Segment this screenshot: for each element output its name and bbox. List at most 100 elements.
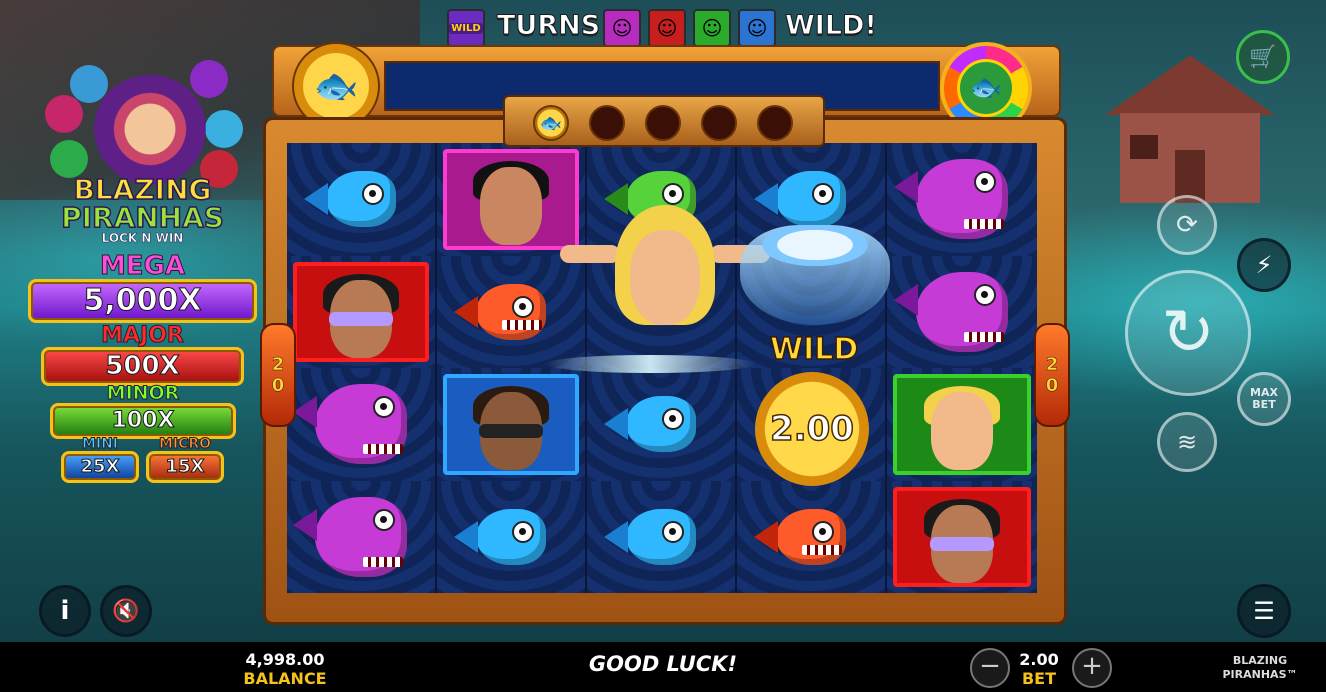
jackpot-micro-value: 15X: [146, 451, 224, 483]
portrait-glasses: [479, 424, 543, 438]
balance-value: 4,998.00: [245, 650, 325, 669]
sound-muted-icon: 🔇: [112, 598, 140, 624]
menu-button[interactable]: ☰: [1237, 584, 1291, 638]
spin-button[interactable]: ↻: [1125, 270, 1251, 396]
piranha-icon: [293, 384, 407, 465]
coin-value-badge: 2.00: [755, 372, 869, 486]
reel-cell: [887, 143, 1037, 256]
bet-increase-button[interactable]: +: [1072, 648, 1112, 688]
character-green-symbol: [887, 368, 1037, 481]
character-red-symbol: [287, 256, 435, 369]
jackpot-minor-value: 100X: [50, 403, 236, 439]
red-piranha-symbol: [737, 481, 885, 594]
collect-meter: 🐟: [503, 95, 825, 147]
character-face: [630, 230, 700, 325]
piranha-teeth: [964, 219, 1004, 230]
piranha-icon: [454, 508, 546, 565]
brand-line2: PIRANHAS™: [1222, 668, 1298, 681]
collect-slot-empty: [589, 105, 625, 141]
reel-cell: [437, 255, 587, 369]
piranha-eye: [662, 408, 684, 431]
wheel-piranha-icon: 🐟: [957, 59, 1015, 117]
autoplay-icon: ⟳: [1176, 210, 1198, 240]
piranha-icon: [754, 508, 846, 565]
wild-label: WILD: [769, 331, 859, 368]
bet-value: 2.00: [1019, 650, 1059, 669]
logo-piranha: [190, 60, 228, 98]
collect-slot-empty: [757, 105, 793, 141]
reel-cell: [287, 143, 437, 256]
portrait-face: [480, 167, 542, 245]
logo-title-line2: PIRANHAS: [60, 200, 224, 235]
lightning-icon: ⚡: [1255, 251, 1273, 279]
piranha-eye: [362, 183, 384, 206]
piranha-eye: [974, 171, 996, 194]
piranha-eye: [662, 520, 684, 543]
logo-piranha: [45, 95, 83, 133]
sound-button[interactable]: 🔇: [100, 585, 152, 637]
blue-piranha-symbol: [287, 143, 435, 256]
character-man-glasses-icon: ☺: [648, 9, 686, 47]
paylines-right-badge: 20: [1034, 323, 1070, 427]
piranha-icon: [894, 159, 1008, 240]
character-blue-symbol: [437, 368, 585, 481]
status-message: GOOD LUCK!: [588, 652, 738, 676]
reel-cell: [287, 255, 437, 369]
tornado-graphic: [740, 225, 890, 325]
reel-cell: [287, 480, 437, 594]
shop-button[interactable]: 🛒: [1236, 30, 1290, 84]
bet-decrease-button[interactable]: −: [970, 648, 1010, 688]
reel-cell: [587, 368, 737, 481]
piranha-icon: [894, 271, 1008, 352]
jackpot-mega: MEGA 5,000X: [28, 253, 257, 323]
jackpot-major-label: MAJOR: [101, 323, 185, 348]
piranha-teeth: [502, 319, 542, 330]
blue-piranha-symbol: [587, 368, 735, 481]
piranha-eye: [512, 295, 534, 318]
collect-slot-empty: [701, 105, 737, 141]
reel-cell: [887, 368, 1037, 481]
collect-slot-empty: [645, 105, 681, 141]
reel-cell: [887, 480, 1037, 593]
jackpot-minor: MINOR 100X: [50, 383, 236, 439]
portrait-face: [931, 392, 993, 470]
purple-piranha-symbol: [887, 143, 1037, 256]
max-bet-button[interactable]: MAX BET: [1237, 372, 1291, 426]
blue-piranha-symbol: [587, 481, 735, 594]
logo-subtitle: LOCK N WIN: [101, 231, 184, 246]
character-portrait: [293, 261, 429, 362]
piranha-eye: [974, 283, 996, 306]
piranha-teeth: [802, 544, 842, 555]
menu-icon: ☰: [1253, 597, 1275, 625]
piranha-eye: [373, 508, 395, 531]
coins-button[interactable]: ≋: [1157, 412, 1217, 472]
info-button[interactable]: i: [39, 585, 91, 637]
autoplay-button[interactable]: ⟳: [1157, 195, 1217, 255]
jackpot-micro-label: MICRO: [158, 436, 212, 452]
piranha-eye: [373, 396, 395, 419]
jackpot-major: MAJOR 500X: [41, 323, 244, 386]
turns-wild-banner: WILD TURNS ☺ ☺ ☺ ☺ WILD!: [445, 6, 877, 47]
piranha-icon: [754, 171, 846, 228]
purple-piranha-symbol: [287, 481, 435, 594]
jackpot-micro: MICRO 15X: [146, 437, 224, 483]
jackpot-major-value: 500X: [41, 347, 244, 386]
turbo-button[interactable]: ⚡: [1237, 238, 1291, 292]
character-portrait: [893, 486, 1031, 587]
minus-icon: −: [979, 651, 1001, 681]
reel-cell: [887, 255, 1037, 368]
game-logo: BLAZING PIRANHAS LOCK N WIN: [40, 55, 245, 245]
reel-cell: [437, 143, 587, 256]
reel-cell: [437, 368, 587, 481]
character-portrait: [443, 149, 579, 250]
character-portrait: [893, 374, 1031, 475]
paylines-left-badge: 20: [260, 323, 296, 427]
coins-icon: ≋: [1176, 428, 1198, 456]
portrait-glasses: [930, 536, 994, 551]
piranha-eye: [812, 520, 834, 543]
piranha-eye: [812, 183, 834, 206]
collect-slot-filled: 🐟: [533, 105, 569, 141]
red-piranha-symbol: [437, 256, 585, 369]
jackpot-mini-label: MINI: [81, 436, 119, 452]
character-blonde-icon: ☺: [693, 9, 731, 47]
